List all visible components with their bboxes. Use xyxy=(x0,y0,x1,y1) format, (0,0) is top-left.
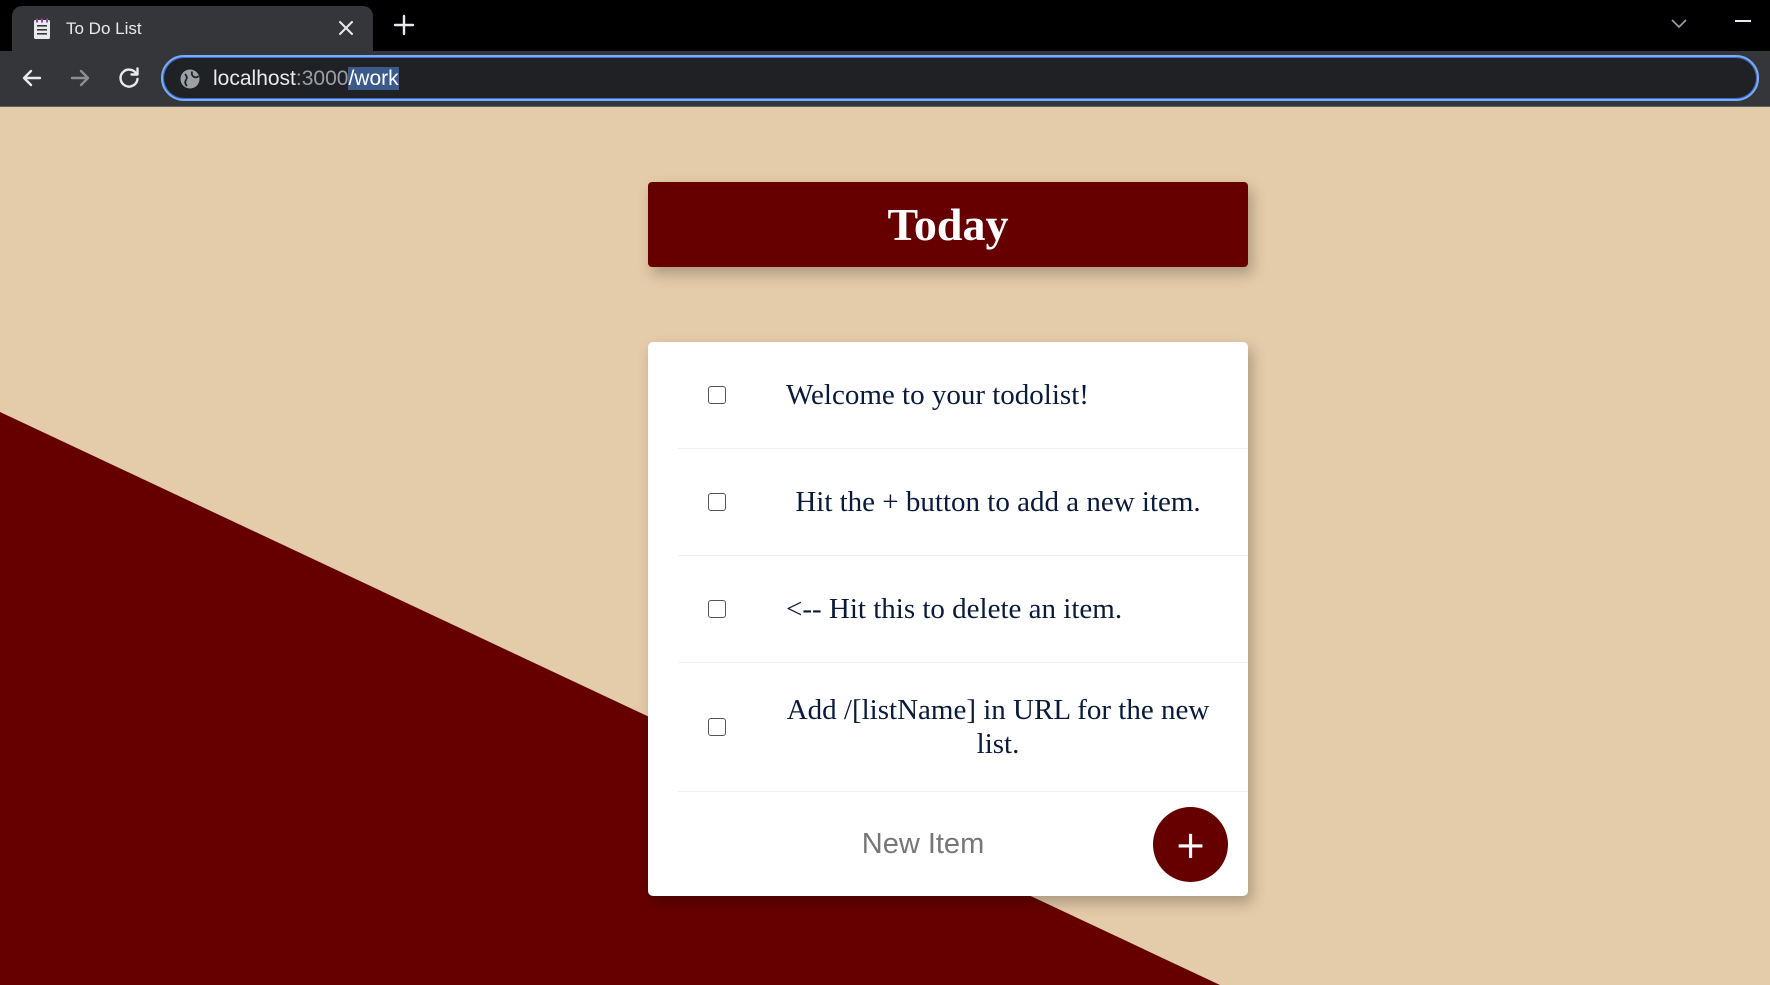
forward-button[interactable] xyxy=(66,64,94,92)
forward-arrow-icon xyxy=(70,69,90,87)
item-checkbox[interactable] xyxy=(708,493,726,511)
list-item: Add /[listName] in URL for the new list. xyxy=(678,663,1248,792)
close-icon[interactable] xyxy=(335,17,357,39)
todo-card: Welcome to your todolist! Hit the + butt… xyxy=(648,342,1248,896)
item-checkbox[interactable] xyxy=(708,718,726,736)
reload-icon xyxy=(119,67,139,88)
list-item: Hit the + button to add a new item. xyxy=(678,449,1248,556)
address-bar[interactable]: localhost:3000/work xyxy=(161,55,1759,101)
browser-tab-strip: To Do List xyxy=(0,0,1770,51)
notepad-icon xyxy=(32,18,52,40)
tab-search-button[interactable] xyxy=(1668,12,1690,34)
url-path: /work xyxy=(348,67,399,90)
add-item-button[interactable]: + xyxy=(1153,807,1228,882)
new-item-input[interactable] xyxy=(798,822,1048,866)
url-host: localhost xyxy=(213,67,296,90)
item-label: Add /[listName] in URL for the new list. xyxy=(786,694,1210,760)
item-label: Hit the + button to add a new item. xyxy=(795,486,1201,518)
item-checkbox[interactable] xyxy=(708,386,726,404)
tab-title: To Do List xyxy=(66,18,142,38)
page-title: Today xyxy=(887,199,1009,250)
heading-box: Today xyxy=(648,182,1248,267)
item-label: <-- Hit this to delete an item. xyxy=(786,593,1123,625)
globe-icon[interactable] xyxy=(179,68,201,90)
back-button[interactable] xyxy=(18,64,46,92)
item-label: Welcome to your todolist! xyxy=(786,379,1089,411)
item-checkbox[interactable] xyxy=(708,600,726,618)
reload-button[interactable] xyxy=(115,64,143,92)
new-tab-button[interactable] xyxy=(392,13,416,37)
url-port: :3000 xyxy=(295,67,349,90)
browser-toolbar: localhost:3000/work xyxy=(0,51,1770,107)
back-arrow-icon xyxy=(22,69,42,87)
plus-icon xyxy=(393,14,415,36)
list-item: Welcome to your todolist! xyxy=(678,342,1248,449)
page-viewport: Today Welcome to your todolist! Hit the … xyxy=(0,107,1770,985)
url-text[interactable]: localhost:3000/work xyxy=(213,67,399,91)
minimize-icon[interactable] xyxy=(1735,20,1751,22)
new-item-form: + xyxy=(678,792,1248,896)
browser-tab[interactable]: To Do List xyxy=(12,6,373,51)
chevron-down-icon xyxy=(1671,19,1687,29)
list-item: <-- Hit this to delete an item. xyxy=(678,556,1248,663)
